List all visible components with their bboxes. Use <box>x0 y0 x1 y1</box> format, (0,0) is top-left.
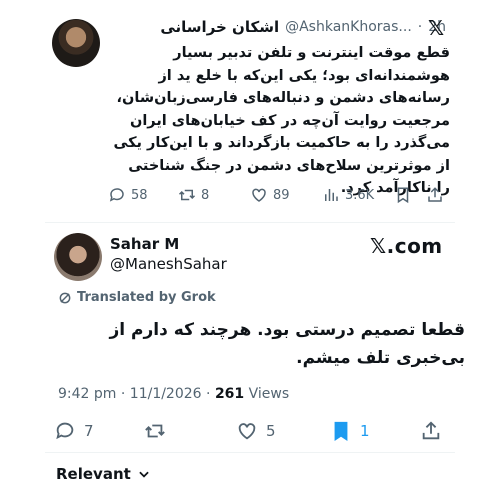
reply-count: 58 <box>131 187 148 203</box>
bookmark-icon <box>334 421 348 441</box>
sort-replies-dropdown[interactable]: Relevant <box>56 465 151 483</box>
reply-button[interactable]: 7 <box>54 420 94 442</box>
views-button[interactable]: 3.6K <box>322 186 374 204</box>
bookmark-button[interactable]: 1 <box>330 420 370 442</box>
tweet-text: قطعا تصمیم درستی بود. هرچند که دارم از ب… <box>109 320 465 368</box>
parent-tweet-header: اشکان خراسانی @AshkanKhoras... · 2h <box>116 18 446 36</box>
parent-action-bar: 58 8 89 3.6K <box>108 186 448 208</box>
reply-button[interactable]: 58 <box>108 186 148 204</box>
repost-button[interactable] <box>144 420 166 442</box>
views-icon <box>325 189 338 201</box>
like-icon <box>252 188 266 202</box>
reply-icon <box>109 188 124 202</box>
like-count: 89 <box>273 187 290 203</box>
user-handle[interactable]: @ManeshSahar <box>110 255 227 273</box>
meta-separator: · <box>120 386 130 402</box>
reply-icon <box>56 422 74 440</box>
like-button[interactable]: 5 <box>236 420 276 442</box>
repost-count: 8 <box>201 187 210 203</box>
tweet-meta: 9:42 pm · 11/1/2026 · 261 Views <box>58 386 289 402</box>
share-icon <box>422 421 440 440</box>
avatar[interactable] <box>52 19 100 67</box>
chevron-down-icon <box>139 471 149 478</box>
repost-icon <box>145 424 165 438</box>
views-label: Views <box>248 386 290 402</box>
divider <box>45 452 455 453</box>
like-button[interactable]: 89 <box>250 186 290 204</box>
meta-separator: · <box>206 386 215 402</box>
separator-dot: · <box>417 19 423 35</box>
tweet-time[interactable]: 9:42 pm <box>58 386 116 402</box>
divider <box>45 222 455 223</box>
x-com-logo: 𝕏.com <box>370 234 443 258</box>
like-count: 5 <box>266 422 276 440</box>
tweet-date[interactable]: 11/1/2026 <box>130 386 202 402</box>
x-logo-icon: 𝕏 <box>428 16 445 40</box>
views-count: 3.6K <box>345 187 375 203</box>
like-icon <box>238 423 256 440</box>
translated-label: Translated by Grok <box>77 290 216 305</box>
parent-tweet-text: قطع موقت اینترنت و تلفن تدبیر بسیار هوشم… <box>113 45 450 196</box>
repost-icon <box>178 189 196 201</box>
sort-label: Relevant <box>56 465 131 483</box>
reply-count: 7 <box>84 422 94 440</box>
repost-button[interactable]: 8 <box>178 186 209 204</box>
share-button[interactable] <box>420 420 442 442</box>
share-icon <box>428 187 442 202</box>
bookmark-icon <box>397 187 409 204</box>
parent-handle[interactable]: @AshkanKhoras... <box>285 19 412 35</box>
avatar[interactable] <box>54 233 102 281</box>
translated-by-grok[interactable]: Translated by Grok <box>58 290 216 305</box>
parent-display-name[interactable]: اشکان خراسانی <box>160 18 279 36</box>
views-count: 261 <box>214 386 245 402</box>
parent-tweet[interactable]: اشکان خراسانی @AshkanKhoras... · 2h 𝕏 قط… <box>0 0 500 222</box>
display-name[interactable]: Sahar M <box>110 235 179 253</box>
grok-icon <box>59 292 71 303</box>
share-button[interactable] <box>426 186 444 204</box>
bookmark-count: 1 <box>360 422 370 440</box>
action-bar: 7 5 1 <box>50 420 450 446</box>
bookmark-button[interactable] <box>394 186 412 204</box>
